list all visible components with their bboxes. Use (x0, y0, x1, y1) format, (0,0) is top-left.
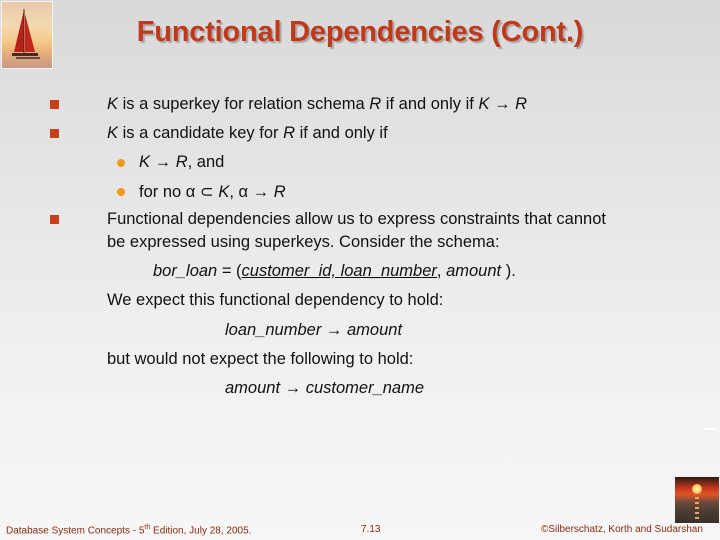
fd-not-hold: amount → customer_name (225, 379, 424, 398)
bullet-fd-constraints-line1: Functional dependencies allow us to expr… (107, 210, 606, 228)
text-R: R (273, 183, 286, 201)
text-segment: , and (187, 153, 225, 171)
bullet-superkey: K is a superkey for relation schema R if… (107, 95, 527, 114)
fd-left: loan_number (225, 321, 322, 339)
bullet-fd-constraints-line2: be expressed using superkeys. Consider t… (107, 233, 500, 251)
text-R: R (369, 95, 382, 113)
arrow: → (321, 321, 347, 339)
relation-name: bor_loan (153, 262, 218, 280)
footer-text: Edition, July 28, 2005. (150, 525, 252, 537)
text-segment: is a superkey for relation schema (118, 95, 370, 113)
arrow: → (489, 95, 516, 113)
primary-key-attributes: customer_id, loan_number (241, 262, 437, 280)
bullet-dot (117, 188, 125, 196)
fd-right: amount (347, 321, 403, 339)
arrow: → (280, 379, 306, 397)
expect-hold-text: We expect this functional dependency to … (107, 291, 444, 309)
text-segment: if and only if (295, 124, 388, 142)
schema-definition: bor_loan = (customer_id, loan_number, am… (153, 262, 516, 281)
text-R: R (515, 95, 528, 113)
sun-icon (692, 484, 702, 494)
text-segment: for no α ⊂ (139, 183, 219, 201)
text-segment: is a candidate key for (118, 124, 284, 142)
text-K: K (107, 95, 119, 113)
text-segment: , α → (229, 183, 274, 201)
text-segment: , (436, 262, 447, 280)
slide-title: Functional Dependencies (Cont.) (136, 16, 584, 48)
bullet-square (50, 215, 59, 224)
text-segment: = ( (217, 262, 242, 280)
text-K: K (478, 95, 490, 113)
footer-text: Database System Concepts - 5 (6, 525, 145, 537)
decorative-mark (703, 428, 717, 430)
fd-hold: loan_number → amount (225, 321, 402, 340)
attribute-amount: amount (446, 262, 502, 280)
arrow: → (150, 153, 176, 171)
bullet-dot (117, 159, 125, 167)
sunset-logo (675, 477, 719, 523)
footer-page-number: 7.13 (361, 524, 381, 535)
sub-bullet-k-determines-r: K → R, and (139, 153, 224, 172)
fd-right: customer_name (305, 379, 425, 397)
text-segment: ). (501, 262, 516, 280)
text-K: K (107, 124, 119, 142)
text-R: R (175, 153, 188, 171)
text-K: K (139, 153, 151, 171)
bullet-candidate-key: K is a candidate key for R if and only i… (107, 124, 388, 143)
fd-left: amount (225, 379, 281, 397)
footer-copyright: ©Silberschatz, Korth and Sudarshan (541, 524, 703, 535)
text-segment: if and only if (381, 95, 479, 113)
text-R: R (283, 124, 296, 142)
sub-bullet-minimality: for no α ⊂ K, α → R (139, 182, 286, 202)
bullet-square (50, 129, 59, 138)
sun-reflection (695, 497, 699, 521)
bullet-square (50, 100, 59, 109)
expect-not-hold-text: but would not expect the following to ho… (107, 350, 414, 368)
footer-book-edition: Database System Concepts - 5th Edition, … (6, 524, 251, 536)
text-K: K (218, 183, 230, 201)
